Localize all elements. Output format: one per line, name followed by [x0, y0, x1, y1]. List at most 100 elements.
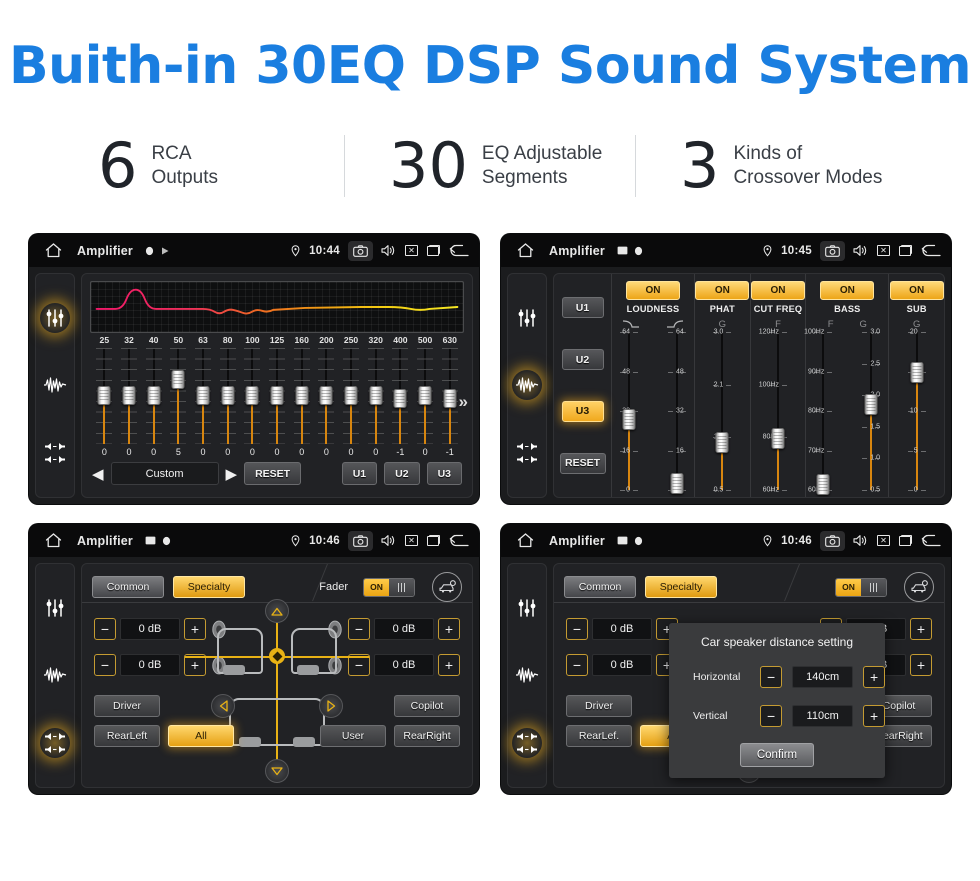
toggle-button[interactable]: ON: [626, 281, 680, 300]
preset-prev-button[interactable]: ◀: [92, 465, 104, 483]
nav-right-button[interactable]: [319, 694, 343, 718]
balance-icon[interactable]: [512, 728, 542, 759]
eq-slider-knob[interactable]: [221, 386, 235, 405]
preset-next-button[interactable]: ▶: [226, 465, 238, 483]
eq-slider-knob[interactable]: [344, 386, 358, 405]
eq-slider[interactable]: [141, 348, 166, 444]
crossover-preset-reset[interactable]: RESET: [559, 452, 606, 474]
slider-knob[interactable]: [622, 409, 636, 431]
home-icon[interactable]: [511, 243, 539, 258]
eq-slider-knob[interactable]: [418, 386, 432, 405]
back-icon[interactable]: [921, 534, 941, 547]
eq-slider-track[interactable]: [96, 348, 113, 444]
slider-track[interactable]: [777, 332, 779, 490]
eq-slider-track[interactable]: [318, 348, 335, 444]
car-settings-icon[interactable]: [432, 572, 462, 602]
preset-u1-button[interactable]: U1: [341, 462, 378, 485]
waveform-icon[interactable]: [40, 660, 70, 690]
eq-slider[interactable]: [215, 348, 240, 444]
crossover-slider[interactable]: 644832160: [612, 329, 646, 494]
balance-icon[interactable]: [40, 728, 70, 759]
recents-icon[interactable]: [427, 245, 440, 256]
toggle-button[interactable]: ON: [751, 281, 805, 300]
eq-slider[interactable]: [289, 348, 314, 444]
eq-slider[interactable]: [117, 348, 142, 444]
fader-toggle[interactable]: ON: [363, 577, 415, 597]
recents-icon[interactable]: [899, 535, 912, 546]
eq-slider[interactable]: [363, 348, 388, 444]
toggle-button[interactable]: ON: [695, 281, 750, 300]
eq-slider[interactable]: [265, 348, 290, 444]
nav-left-button[interactable]: [211, 694, 235, 718]
eq-slider-track[interactable]: [367, 348, 384, 444]
slider-knob[interactable]: [816, 474, 830, 496]
eq-slider-track[interactable]: [392, 348, 409, 444]
recents-icon[interactable]: [427, 535, 440, 546]
eq-slider-knob[interactable]: [245, 386, 259, 405]
increase-button[interactable]: +: [184, 618, 206, 640]
equalizer-icon[interactable]: [512, 593, 542, 623]
eq-slider-track[interactable]: [269, 348, 286, 444]
back-icon[interactable]: [449, 244, 469, 257]
eq-slider-knob[interactable]: [171, 370, 185, 389]
seat-button-copilot[interactable]: Copilot: [394, 695, 460, 717]
seat-button-rearright[interactable]: RearRight: [394, 725, 460, 747]
increase-button[interactable]: +: [438, 618, 460, 640]
camera-icon[interactable]: [820, 240, 845, 261]
back-icon[interactable]: [921, 244, 941, 257]
eq-slider-track[interactable]: [417, 348, 434, 444]
eq-slider-track[interactable]: [170, 348, 187, 444]
eq-slider[interactable]: [388, 348, 413, 444]
increase-button[interactable]: +: [438, 654, 460, 676]
balance-position-handle[interactable]: [269, 648, 285, 664]
equalizer-icon[interactable]: [40, 593, 70, 623]
close-box-icon[interactable]: ✕: [877, 535, 890, 546]
camera-icon[interactable]: [348, 240, 373, 261]
equalizer-icon[interactable]: [40, 302, 70, 333]
eq-slider-track[interactable]: [145, 348, 162, 444]
preset-u2-button[interactable]: U2: [384, 462, 420, 485]
eq-slider-track[interactable]: [195, 348, 212, 444]
eq-slider-track[interactable]: [441, 348, 458, 444]
volume-icon[interactable]: [381, 244, 396, 257]
eq-slider-knob[interactable]: [443, 389, 457, 408]
close-box-icon[interactable]: ✕: [405, 245, 418, 256]
crossover-slider[interactable]: 644832160: [660, 329, 694, 494]
nav-up-button[interactable]: [265, 599, 289, 623]
crossover-slider[interactable]: 100Hz90Hz80Hz70Hz60Hz: [804, 329, 840, 496]
home-icon[interactable]: [511, 533, 539, 548]
chevron-right-icon[interactable]: »: [459, 392, 468, 412]
home-icon[interactable]: [39, 243, 67, 258]
slider-track[interactable]: [721, 332, 724, 490]
decrease-button[interactable]: −: [760, 705, 783, 727]
eq-slider-knob[interactable]: [369, 386, 383, 405]
crossover-slider[interactable]: 3.02.11.30.5: [705, 329, 739, 494]
reset-button[interactable]: RESET: [244, 462, 302, 485]
slider-knob[interactable]: [771, 428, 785, 450]
slider-knob[interactable]: [864, 393, 878, 415]
decrease-button[interactable]: −: [348, 618, 370, 640]
crossover-preset-u2[interactable]: U2: [561, 349, 604, 371]
eq-slider-knob[interactable]: [319, 386, 333, 405]
eq-slider-knob[interactable]: [393, 389, 407, 408]
confirm-button[interactable]: Confirm: [740, 743, 814, 767]
eq-slider-knob[interactable]: [196, 386, 210, 405]
volume-icon[interactable]: [853, 244, 868, 257]
increase-button[interactable]: +: [863, 666, 885, 688]
home-icon[interactable]: [39, 533, 67, 548]
equalizer-icon[interactable]: [512, 303, 542, 333]
slider-knob[interactable]: [670, 472, 684, 494]
seat-diagram[interactable]: [185, 610, 369, 760]
balance-icon[interactable]: [512, 438, 542, 468]
eq-slider[interactable]: [240, 348, 265, 444]
decrease-button[interactable]: −: [94, 654, 116, 676]
preset-name[interactable]: Custom: [110, 462, 219, 485]
seat-button-all[interactable]: All: [168, 725, 234, 747]
balance-icon[interactable]: [40, 438, 70, 468]
eq-slider-knob[interactable]: [147, 386, 161, 405]
eq-slider-knob[interactable]: [97, 386, 111, 405]
tab-common[interactable]: Common: [92, 576, 164, 598]
crossover-slider[interactable]: 120Hz100Hz80Hz60Hz: [759, 329, 795, 494]
back-icon[interactable]: [449, 534, 469, 547]
eq-slider-track[interactable]: [244, 348, 261, 444]
